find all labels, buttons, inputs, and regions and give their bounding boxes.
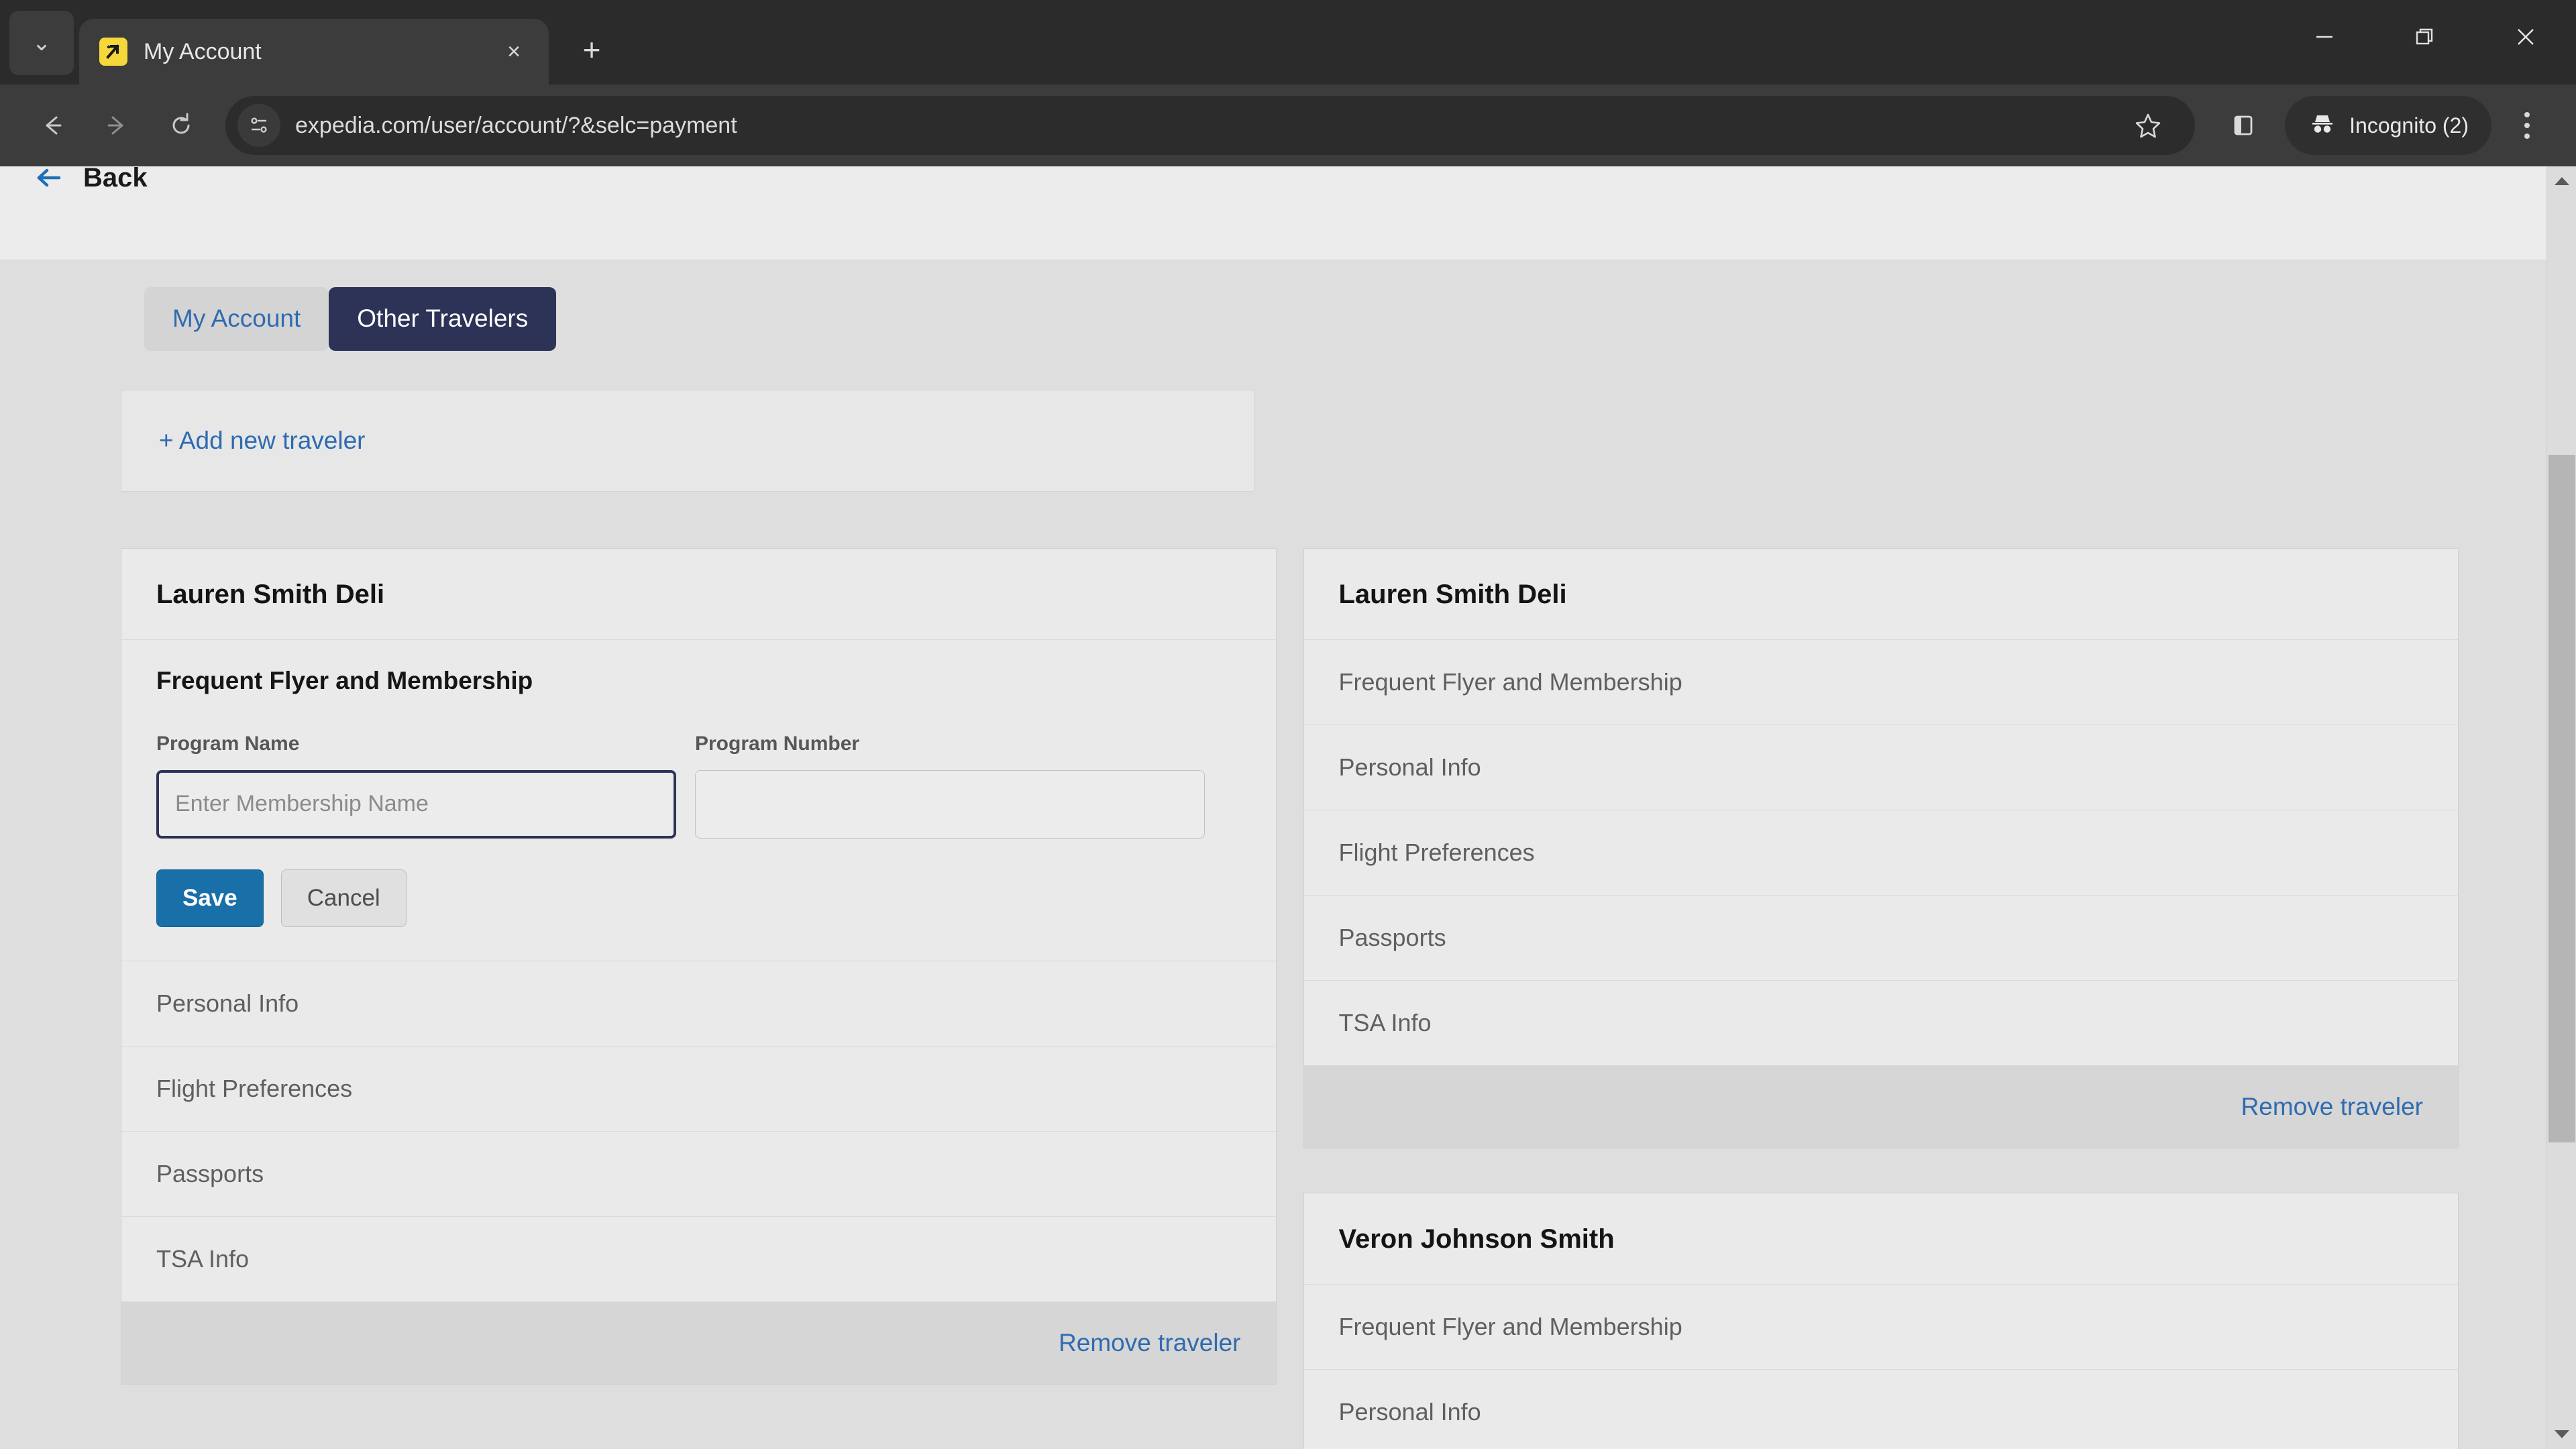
program-name-label: Program Name: [156, 732, 300, 755]
program-name-input[interactable]: [156, 769, 676, 839]
traveler-card: Veron Johnson Smith Frequent Flyer and M…: [1303, 1192, 2459, 1449]
reload-icon[interactable]: [149, 93, 213, 158]
traveler-name: Lauren Smith Deli: [1303, 549, 2458, 640]
minimize-icon[interactable]: [2274, 0, 2375, 74]
remove-traveler-link[interactable]: Remove traveler: [2241, 1093, 2423, 1120]
traveler-name: Lauren Smith Deli: [121, 549, 1276, 640]
section-frequent-flyer: Frequent Flyer and Membership Program Na…: [121, 640, 1276, 961]
kebab-dot: [2524, 123, 2530, 128]
section-flight-preferences[interactable]: Flight Preferences: [1303, 810, 2458, 896]
scroll-down-icon[interactable]: [2547, 1419, 2576, 1449]
close-icon[interactable]: [2475, 0, 2576, 74]
back-label: Back: [83, 166, 148, 193]
address-bar[interactable]: expedia.com/user/account/?&selc=payment: [225, 93, 2196, 158]
tab-strip: ⌄ My Account × +: [0, 0, 2576, 85]
program-name-field: Program Name: [156, 733, 676, 839]
section-personal-info[interactable]: Personal Info: [1303, 725, 2458, 810]
window-controls: [2274, 0, 2576, 74]
program-number-input[interactable]: [695, 769, 1205, 839]
tab-my-account[interactable]: My Account: [144, 287, 329, 351]
new-tab-button[interactable]: +: [568, 25, 616, 74]
traveler-card-expanded: Lauren Smith Deli Frequent Flyer and Mem…: [121, 547, 1277, 1385]
remove-traveler-link[interactable]: Remove traveler: [1059, 1329, 1240, 1356]
back-link[interactable]: Back: [34, 166, 148, 193]
left-column: Lauren Smith Deli Frequent Flyer and Mem…: [121, 547, 1277, 1449]
page-content: My Account Other Travelers + Add new tra…: [0, 260, 2576, 1449]
section-passports[interactable]: Passports: [121, 1132, 1276, 1217]
browser-menu-icon[interactable]: [2498, 93, 2556, 158]
restore-icon[interactable]: [2375, 0, 2475, 74]
incognito-label: Incognito (2): [2349, 113, 2469, 138]
back-navigation-icon[interactable]: [20, 93, 85, 158]
tab-other-travelers[interactable]: Other Travelers: [329, 287, 557, 351]
expedia-favicon-icon: [99, 38, 127, 66]
tab-search-button[interactable]: ⌄: [9, 11, 74, 75]
traveler-name: Veron Johnson Smith: [1303, 1193, 2458, 1285]
page-scrollbar[interactable]: [2546, 166, 2576, 1449]
omnibox-actions: [2116, 93, 2180, 158]
kebab-dot: [2524, 112, 2530, 117]
section-frequent-flyer[interactable]: Frequent Flyer and Membership: [1303, 640, 2458, 725]
site-settings-icon[interactable]: [237, 104, 280, 147]
account-tabs: My Account Other Travelers: [0, 287, 2576, 351]
section-personal-info[interactable]: Personal Info: [1304, 1370, 2459, 1449]
add-new-traveler-card[interactable]: + Add new traveler: [121, 389, 1254, 492]
browser-window: ⌄ My Account × + expedia.com/user/accoun…: [0, 0, 2576, 1449]
page-viewport: Back My Account Other Travelers + Add ne…: [0, 166, 2576, 1449]
close-icon[interactable]: ×: [496, 34, 531, 69]
kebab-dot: [2524, 133, 2530, 139]
bookmark-star-icon[interactable]: [2116, 93, 2180, 158]
side-panel-icon[interactable]: [2211, 93, 2275, 158]
section-header-frequent-flyer[interactable]: Frequent Flyer and Membership: [156, 667, 1241, 695]
forward-navigation-icon[interactable]: [85, 93, 149, 158]
page-header: Back: [0, 166, 2576, 260]
section-flight-preferences[interactable]: Flight Preferences: [121, 1046, 1276, 1132]
browser-toolbar: expedia.com/user/account/?&selc=payment: [0, 85, 2576, 166]
chevron-down-icon: ⌄: [32, 30, 52, 56]
section-personal-info[interactable]: Personal Info: [121, 961, 1276, 1046]
tab-title: My Account: [144, 38, 262, 64]
right-column: Lauren Smith Deli Frequent Flyer and Mem…: [1303, 547, 2459, 1449]
browser-tab[interactable]: My Account ×: [79, 19, 549, 85]
section-passports[interactable]: Passports: [1303, 896, 2458, 981]
card-footer: Remove traveler: [1303, 1065, 2458, 1148]
save-button[interactable]: Save: [156, 869, 264, 927]
travelers-columns: Lauren Smith Deli Frequent Flyer and Mem…: [0, 547, 2576, 1449]
program-number-label: Program Number: [695, 732, 860, 755]
url-text: expedia.com/user/account/?&selc=payment: [295, 112, 737, 138]
form-buttons: Save Cancel: [156, 869, 1241, 927]
cancel-button[interactable]: Cancel: [280, 869, 407, 927]
membership-fields: Program Name Program Number: [156, 733, 1241, 839]
section-tsa-info[interactable]: TSA Info: [1303, 981, 2458, 1066]
scroll-up-icon[interactable]: [2547, 166, 2576, 196]
arrow-left-icon: [34, 166, 64, 193]
section-frequent-flyer[interactable]: Frequent Flyer and Membership: [1303, 1285, 2458, 1370]
program-number-field: Program Number: [695, 733, 1205, 839]
incognito-profile-button[interactable]: Incognito (2): [2285, 96, 2491, 155]
scrollbar-thumb[interactable]: [2548, 455, 2575, 1142]
traveler-card: Lauren Smith Deli Frequent Flyer and Mem…: [1303, 547, 2459, 1148]
add-new-traveler-link[interactable]: + Add new traveler: [159, 427, 366, 454]
card-footer: Remove traveler: [121, 1301, 1276, 1384]
incognito-icon: [2308, 109, 2337, 142]
section-tsa-info[interactable]: TSA Info: [121, 1217, 1276, 1302]
